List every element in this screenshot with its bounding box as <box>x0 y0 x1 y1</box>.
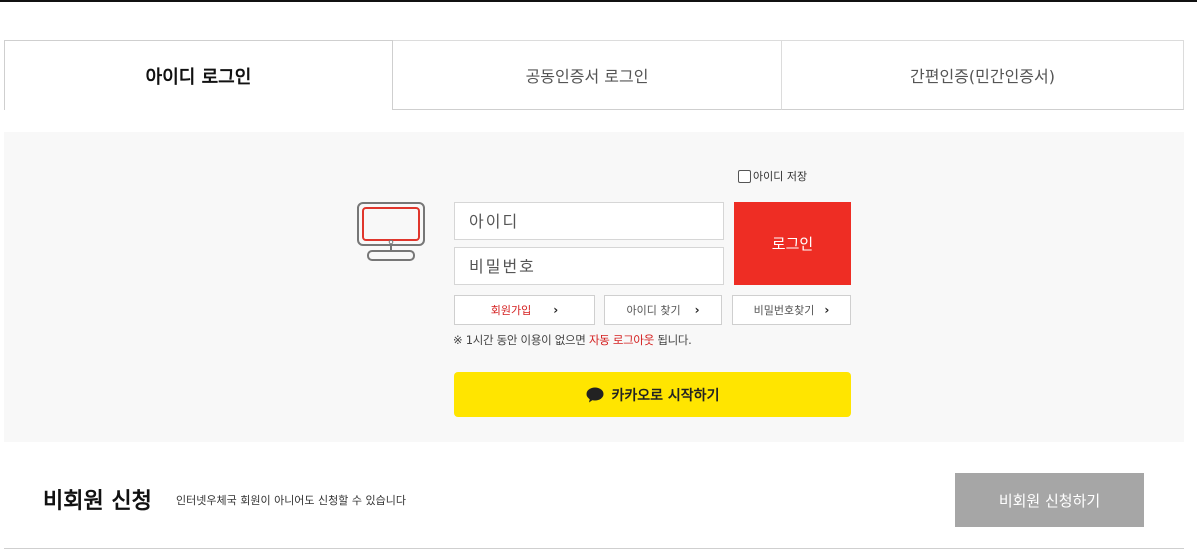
bottom-divider <box>4 548 1184 549</box>
chevron-right-icon: › <box>824 303 830 317</box>
login-tabs: 아이디 로그인 공동인증서 로그인 간편인증(민간인증서) <box>4 40 1184 110</box>
find-password-button[interactable]: 비밀번호찾기 › <box>732 295 851 325</box>
join-button[interactable]: 회원가입 › <box>454 295 595 325</box>
top-divider <box>0 0 1197 2</box>
kakao-login-label: 카카오로 시작하기 <box>611 387 720 404</box>
kakao-login-button[interactable]: 카카오로 시작하기 <box>454 372 851 417</box>
guest-title: 비회원 신청 <box>43 489 152 514</box>
tab-certificate-login[interactable]: 공동인증서 로그인 <box>393 40 782 110</box>
password-input[interactable] <box>454 247 724 285</box>
find-id-label: 아이디 찾기 <box>626 304 681 317</box>
guest-apply-button[interactable]: 비회원 신청하기 <box>955 473 1144 527</box>
save-id-row: 아이디 저장 <box>738 168 807 184</box>
notice-suffix: 됩니다. <box>653 333 692 347</box>
join-label: 회원가입 <box>490 304 532 317</box>
auto-logout-notice: ※ 1시간 동안 이용이 없으면 자동 로그아웃 됩니다. <box>453 332 692 348</box>
tab-simple-auth[interactable]: 간편인증(민간인증서) <box>782 40 1184 110</box>
tab-id-login[interactable]: 아이디 로그인 <box>4 40 393 110</box>
guest-description: 인터넷우체국 회원이 아니어도 신청할 수 있습니다 <box>176 494 407 507</box>
login-button[interactable]: 로그인 <box>734 202 851 285</box>
notice-highlight: 자동 로그아웃 <box>588 333 654 347</box>
find-id-button[interactable]: 아이디 찾기 › <box>604 295 722 325</box>
id-input[interactable] <box>454 202 724 240</box>
chevron-right-icon: › <box>694 303 700 317</box>
chevron-right-icon: › <box>553 303 559 317</box>
find-password-label: 비밀번호찾기 <box>753 304 815 317</box>
save-id-label: 아이디 저장 <box>753 170 808 183</box>
save-id-checkbox[interactable] <box>738 169 751 183</box>
monitor-icon <box>357 202 425 261</box>
login-panel: 아이디 저장 로그인 회원가입 › 아이디 찾기 › 비밀번호찾기 › ※ 1시… <box>4 132 1184 442</box>
speech-bubble-icon <box>586 387 604 402</box>
notice-prefix: ※ 1시간 동안 이용이 없으면 <box>453 333 589 347</box>
